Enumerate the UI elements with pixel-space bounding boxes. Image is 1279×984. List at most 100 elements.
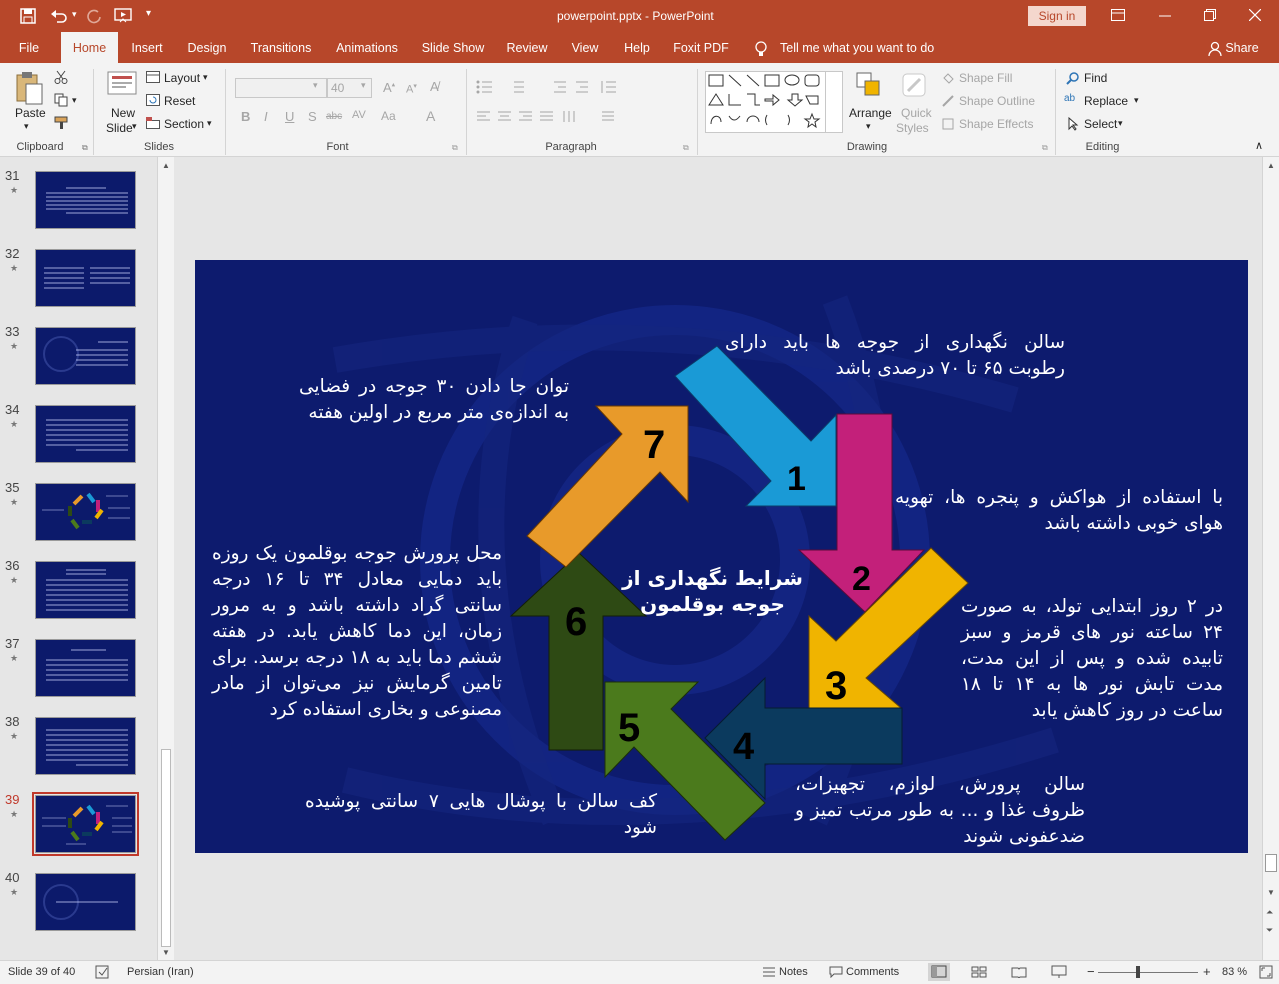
notes-button[interactable]: Notes bbox=[779, 966, 808, 978]
scroll-down-icon[interactable]: ▼ bbox=[1267, 888, 1275, 897]
paste-icon[interactable] bbox=[14, 70, 44, 106]
find-button[interactable]: Find bbox=[1084, 71, 1107, 85]
replace-dropdown-icon[interactable]: ▾ bbox=[1134, 95, 1139, 106]
bold-icon[interactable]: B bbox=[241, 109, 250, 124]
list-buttons-icon[interactable] bbox=[476, 79, 676, 95]
shape-fill-button[interactable]: Shape Fill bbox=[959, 71, 1012, 85]
section-dropdown-icon[interactable]: ▾ bbox=[207, 118, 212, 129]
slide-canvas[interactable]: 1 2 3 4 5 6 7 شرایط نگهداری از جوجه بوقل… bbox=[195, 260, 1248, 853]
slide-scrollbar[interactable]: ▲ ▼ ⏶ ⏷ bbox=[1262, 157, 1279, 960]
undo-icon[interactable] bbox=[50, 8, 68, 24]
shapes-gallery[interactable] bbox=[705, 71, 843, 133]
section-icon[interactable] bbox=[146, 117, 160, 129]
ribbon-display-options-icon[interactable] bbox=[1111, 9, 1125, 21]
quick-styles-label-2[interactable]: Styles bbox=[896, 121, 929, 135]
share-button[interactable]: Share bbox=[1225, 32, 1259, 63]
clear-formatting-icon[interactable]: A̸ bbox=[430, 79, 439, 94]
increase-font-icon[interactable]: A▴ bbox=[383, 80, 395, 95]
layout-icon[interactable] bbox=[146, 71, 160, 83]
reading-view-icon[interactable] bbox=[1011, 966, 1027, 978]
tab-review[interactable]: Review bbox=[503, 32, 551, 63]
normal-view-button[interactable] bbox=[928, 963, 950, 981]
slide-thumbnail[interactable] bbox=[35, 405, 136, 463]
cut-icon[interactable] bbox=[54, 70, 68, 84]
save-icon[interactable] bbox=[20, 8, 36, 24]
find-icon[interactable] bbox=[1066, 71, 1080, 85]
arrange-icon[interactable] bbox=[855, 71, 883, 99]
clipboard-launcher-icon[interactable]: ⧉ bbox=[82, 143, 88, 153]
slide-thumbnail[interactable] bbox=[35, 561, 136, 619]
quick-styles-label-1[interactable]: Quick bbox=[901, 106, 932, 120]
slide-thumbnail[interactable] bbox=[35, 483, 136, 541]
font-name-dropdown-icon[interactable]: ▾ bbox=[313, 80, 318, 91]
scroll-up-icon[interactable]: ▲ bbox=[1267, 161, 1275, 170]
tab-foxit-pdf[interactable]: Foxit PDF bbox=[670, 32, 732, 63]
tab-view[interactable]: View bbox=[566, 32, 604, 63]
font-size-dropdown-icon[interactable]: ▾ bbox=[361, 80, 366, 91]
tab-transitions[interactable]: Transitions bbox=[246, 32, 316, 63]
minimize-icon[interactable] bbox=[1159, 15, 1171, 17]
drawing-launcher-icon[interactable]: ⧉ bbox=[1042, 143, 1048, 153]
text-box-1[interactable]: سالن نگهداری از جوجه ها باید دارای رطوبت… bbox=[725, 330, 1065, 382]
text-box-2[interactable]: با استفاده از هواکش و پنجره ها، تهویه هو… bbox=[895, 485, 1223, 537]
text-box-5[interactable]: کف سالن با پوشال هایی ۷ سانتی پوشیده شود bbox=[305, 789, 657, 841]
comments-icon[interactable] bbox=[829, 966, 843, 978]
tab-design[interactable]: Design bbox=[183, 32, 231, 63]
zoom-out-button[interactable]: − bbox=[1087, 964, 1095, 979]
tab-insert[interactable]: Insert bbox=[126, 32, 168, 63]
new-slide-label-1[interactable]: New bbox=[111, 106, 135, 120]
shape-outline-button[interactable]: Shape Outline bbox=[959, 94, 1035, 108]
select-button[interactable]: Select bbox=[1084, 117, 1117, 131]
underline-icon[interactable]: U bbox=[285, 109, 294, 124]
paste-dropdown-icon[interactable]: ▾ bbox=[24, 121, 29, 132]
tell-me-search[interactable]: Tell me what you want to do bbox=[780, 32, 935, 63]
new-slide-dropdown-icon[interactable]: ▾ bbox=[132, 121, 137, 132]
italic-icon[interactable]: I bbox=[264, 109, 268, 124]
next-slide-icon[interactable]: ⏷ bbox=[1266, 925, 1273, 936]
arrange-button[interactable]: Arrange bbox=[849, 106, 892, 120]
customize-toolbar-icon[interactable]: ▾ bbox=[146, 8, 151, 19]
layout-dropdown-icon[interactable]: ▾ bbox=[203, 72, 208, 83]
replace-button[interactable]: Replace bbox=[1084, 94, 1128, 108]
slideshow-from-start-icon[interactable] bbox=[114, 7, 132, 25]
shape-effects-button[interactable]: Shape Effects bbox=[959, 117, 1034, 131]
scroll-down-icon[interactable]: ▼ bbox=[162, 948, 170, 957]
new-slide-icon[interactable] bbox=[106, 70, 138, 100]
layout-button[interactable]: Layout bbox=[164, 71, 200, 85]
shape-effects-icon[interactable] bbox=[941, 117, 955, 131]
zoom-level[interactable]: 83 % bbox=[1222, 966, 1247, 978]
paragraph-launcher-icon[interactable]: ⧉ bbox=[683, 143, 689, 153]
select-cursor-icon[interactable] bbox=[1066, 117, 1080, 131]
replace-icon[interactable]: ab bbox=[1064, 93, 1075, 104]
paste-label[interactable]: Paste bbox=[15, 106, 46, 120]
collapse-ribbon-icon[interactable]: ∧ bbox=[1255, 139, 1263, 152]
new-slide-label-2[interactable]: Slide bbox=[106, 121, 133, 135]
text-box-7[interactable]: توان جا دادن ۳۰ جوجه در فضایی به اندازه‌… bbox=[299, 374, 569, 426]
reset-icon[interactable] bbox=[146, 94, 160, 106]
tab-animations[interactable]: Animations bbox=[331, 32, 403, 63]
format-painter-icon[interactable] bbox=[54, 116, 70, 130]
zoom-slider-thumb[interactable] bbox=[1136, 966, 1140, 978]
quick-styles-icon[interactable] bbox=[900, 71, 930, 101]
share-person-icon[interactable] bbox=[1208, 41, 1222, 56]
fit-slide-to-window-icon[interactable] bbox=[1259, 965, 1273, 979]
undo-dropdown-icon[interactable]: ▾ bbox=[72, 9, 77, 20]
shape-fill-icon[interactable] bbox=[941, 71, 955, 85]
slideshow-view-icon[interactable] bbox=[1051, 965, 1067, 979]
restore-icon[interactable] bbox=[1204, 9, 1216, 21]
tab-file[interactable]: File bbox=[8, 32, 50, 63]
shapes-gallery-icon[interactable] bbox=[706, 72, 842, 132]
character-spacing-icon[interactable]: AV bbox=[352, 109, 366, 121]
slide-thumbnail[interactable] bbox=[35, 171, 136, 229]
tab-help[interactable]: Help bbox=[619, 32, 655, 63]
font-color-icon[interactable]: A bbox=[426, 108, 435, 124]
tab-slide-show[interactable]: Slide Show bbox=[418, 32, 488, 63]
slide-thumbnail[interactable] bbox=[35, 873, 136, 931]
redo-icon[interactable] bbox=[86, 8, 102, 24]
font-launcher-icon[interactable]: ⧉ bbox=[452, 143, 458, 153]
arrange-dropdown-icon[interactable]: ▾ bbox=[866, 121, 871, 132]
slide-thumbnail[interactable] bbox=[35, 249, 136, 307]
copy-icon[interactable] bbox=[54, 93, 68, 107]
slide-scroll-thumb[interactable] bbox=[1265, 854, 1277, 872]
strikethrough-icon[interactable]: abc bbox=[326, 111, 342, 122]
